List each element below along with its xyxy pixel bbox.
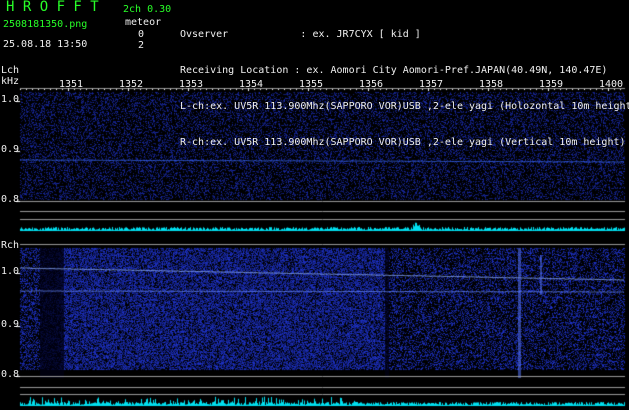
rch-freq-tick-label: 0.9 — [1, 319, 20, 330]
location-line: Receiving Location : ex. Aomori City Aom… — [180, 65, 608, 76]
time-tick-label: 1352 — [119, 79, 144, 90]
lch-freq-tick-label: 0.8 — [1, 194, 20, 205]
time-tick-label: 1359 — [539, 79, 564, 90]
time-tick-label: 1356 — [359, 79, 384, 90]
time-tick-label: 1358 — [479, 79, 504, 90]
capture-datetime: 25.08.18 13:50 — [3, 39, 88, 50]
meteor-count-rch: 2 — [138, 40, 145, 51]
khz-unit-label: kHz — [1, 76, 20, 87]
time-tick-label: 1357 — [419, 79, 444, 90]
meteor-count-lch: 0 — [138, 29, 145, 40]
rch-receiver-line: R-ch:ex. UV5R 113.900Mhz(SAPPORO VOR)USB… — [180, 137, 626, 148]
lch-receiver-line: L-ch:ex. UV5R 113.900Mhz(SAPPORO VOR)USB… — [180, 101, 629, 112]
rch-freq-tick-label: 1.0 — [1, 266, 20, 277]
app-title: H R O F F T — [6, 0, 99, 15]
time-tick-label: 1354 — [239, 79, 264, 90]
time-tick-label: 1400 — [599, 79, 624, 90]
time-tick-label: 1353 — [179, 79, 204, 90]
lch-label: Lch — [1, 65, 20, 76]
image-filename: 2508181350.png — [3, 19, 88, 30]
observer-line: Ovserver : ex. JR7CYX [ kid ] — [180, 29, 421, 40]
time-tick-label: 1351 — [59, 79, 84, 90]
mode-label: 2ch 0.30 — [123, 4, 172, 15]
meteor-count-label: meteor — [125, 17, 162, 28]
lch-freq-tick-label: 1.0 — [1, 94, 20, 105]
rch-freq-tick-label: 0.8 — [1, 369, 20, 380]
time-tick-label: 1355 — [299, 79, 324, 90]
lch-freq-tick-label: 0.9 — [1, 144, 20, 155]
rch-label: Rch — [1, 240, 20, 251]
